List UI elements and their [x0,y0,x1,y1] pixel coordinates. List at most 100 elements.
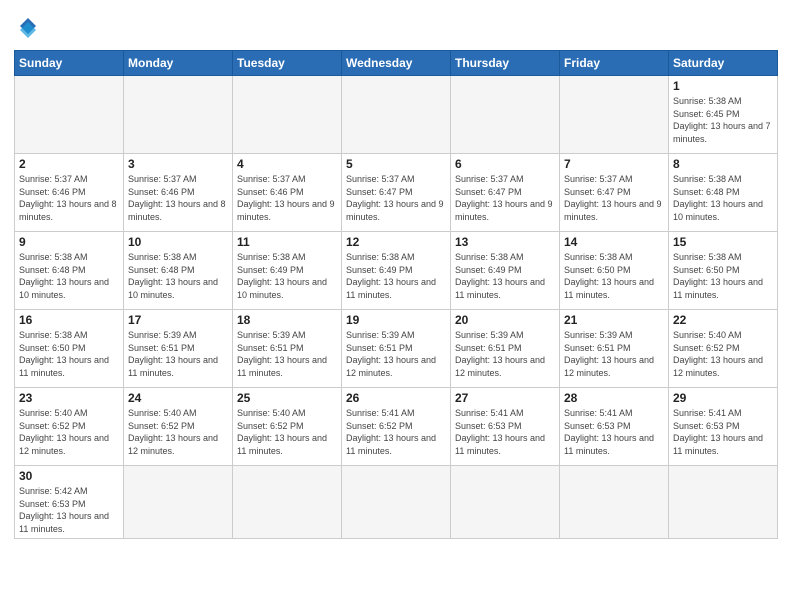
calendar-cell: 16 Sunrise: 5:38 AM Sunset: 6:50 PM Dayli… [15,310,124,388]
week-row-4: 16 Sunrise: 5:38 AM Sunset: 6:50 PM Dayli… [15,310,778,388]
calendar-cell: 6 Sunrise: 5:37 AM Sunset: 6:47 PM Daylig… [451,154,560,232]
day-number: 15 [673,235,773,249]
calendar-cell: 18Sunrise: 5:39 AM Sunset: 6:51 PM Dayli… [233,310,342,388]
calendar-cell: 15 Sunrise: 5:38 AM Sunset: 6:50 PM Dayli… [669,232,778,310]
day-number: 6 [455,157,555,171]
day-info: Sunrise: 5:39 AM Sunset: 6:51 PM Dayligh… [128,329,228,379]
day-info: Sunrise: 5:37 AM Sunset: 6:46 PM Dayligh… [19,173,119,223]
calendar-cell [560,466,669,539]
day-info: Sunrise: 5:39 AM Sunset: 6:51 PM Dayligh… [455,329,555,379]
day-number: 3 [128,157,228,171]
page: SundayMondayTuesdayWednesdayThursdayFrid… [0,0,792,553]
weekday-friday: Friday [560,51,669,76]
day-info: Sunrise: 5:37 AM Sunset: 6:47 PM Dayligh… [455,173,555,223]
calendar-cell: 21 Sunrise: 5:39 AM Sunset: 6:51 PM Dayli… [560,310,669,388]
calendar-cell: 13 Sunrise: 5:38 AM Sunset: 6:49 PM Dayli… [451,232,560,310]
calendar-cell: 22 Sunrise: 5:40 AM Sunset: 6:52 PM Dayli… [669,310,778,388]
calendar-cell: 9Sunrise: 5:38 AM Sunset: 6:48 PM Daylig… [15,232,124,310]
day-info: Sunrise: 5:38 AM Sunset: 6:45 PM Dayligh… [673,95,773,145]
day-info: Sunrise: 5:37 AM Sunset: 6:46 PM Dayligh… [128,173,228,223]
calendar-cell [342,76,451,154]
day-number: 10 [128,235,228,249]
day-info: Sunrise: 5:39 AM Sunset: 6:51 PM Dayligh… [564,329,664,379]
weekday-thursday: Thursday [451,51,560,76]
calendar-cell: 7 Sunrise: 5:37 AM Sunset: 6:47 PM Daylig… [560,154,669,232]
day-info: Sunrise: 5:37 AM Sunset: 6:46 PM Dayligh… [237,173,337,223]
day-info: Sunrise: 5:38 AM Sunset: 6:48 PM Dayligh… [673,173,773,223]
calendar-cell: 27 Sunrise: 5:41 AM Sunset: 6:53 PM Dayli… [451,388,560,466]
calendar-cell [124,466,233,539]
day-number: 14 [564,235,664,249]
calendar-cell: 11 Sunrise: 5:38 AM Sunset: 6:49 PM Dayli… [233,232,342,310]
day-number: 16 [19,313,119,327]
day-number: 2 [19,157,119,171]
day-number: 23 [19,391,119,405]
day-number: 26 [346,391,446,405]
calendar-cell: 25Sunrise: 5:40 AM Sunset: 6:52 PM Dayli… [233,388,342,466]
week-row-3: 9Sunrise: 5:38 AM Sunset: 6:48 PM Daylig… [15,232,778,310]
day-info: Sunrise: 5:40 AM Sunset: 6:52 PM Dayligh… [673,329,773,379]
calendar-cell: 29 Sunrise: 5:41 AM Sunset: 6:53 PM Dayli… [669,388,778,466]
week-row-2: 2 Sunrise: 5:37 AM Sunset: 6:46 PM Daylig… [15,154,778,232]
calendar-cell [342,466,451,539]
day-number: 8 [673,157,773,171]
day-info: Sunrise: 5:41 AM Sunset: 6:52 PM Dayligh… [346,407,446,457]
week-row-5: 23 Sunrise: 5:40 AM Sunset: 6:52 PM Dayli… [15,388,778,466]
day-number: 13 [455,235,555,249]
calendar-cell: 17 Sunrise: 5:39 AM Sunset: 6:51 PM Dayli… [124,310,233,388]
calendar-cell: 23 Sunrise: 5:40 AM Sunset: 6:52 PM Dayli… [15,388,124,466]
calendar-cell: 28 Sunrise: 5:41 AM Sunset: 6:53 PM Dayli… [560,388,669,466]
calendar-cell [124,76,233,154]
day-number: 27 [455,391,555,405]
header [14,10,778,44]
calendar-cell [15,76,124,154]
calendar-cell [560,76,669,154]
day-number: 19 [346,313,446,327]
calendar-cell: 19 Sunrise: 5:39 AM Sunset: 6:51 PM Dayli… [342,310,451,388]
day-number: 20 [455,313,555,327]
calendar-cell: 4Sunrise: 5:37 AM Sunset: 6:46 PM Daylig… [233,154,342,232]
logo [14,14,46,44]
day-info: Sunrise: 5:38 AM Sunset: 6:49 PM Dayligh… [455,251,555,301]
day-info: Sunrise: 5:41 AM Sunset: 6:53 PM Dayligh… [564,407,664,457]
day-number: 9 [19,235,119,249]
calendar-cell [451,76,560,154]
day-number: 11 [237,235,337,249]
weekday-sunday: Sunday [15,51,124,76]
day-info: Sunrise: 5:39 AM Sunset: 6:51 PM Dayligh… [237,329,337,379]
day-info: Sunrise: 5:37 AM Sunset: 6:47 PM Dayligh… [564,173,664,223]
calendar-cell: 24Sunrise: 5:40 AM Sunset: 6:52 PM Dayli… [124,388,233,466]
day-info: Sunrise: 5:38 AM Sunset: 6:50 PM Dayligh… [673,251,773,301]
weekday-monday: Monday [124,51,233,76]
day-info: Sunrise: 5:38 AM Sunset: 6:50 PM Dayligh… [19,329,119,379]
day-info: Sunrise: 5:39 AM Sunset: 6:51 PM Dayligh… [346,329,446,379]
day-info: Sunrise: 5:38 AM Sunset: 6:49 PM Dayligh… [237,251,337,301]
calendar-cell: 26 Sunrise: 5:41 AM Sunset: 6:52 PM Dayli… [342,388,451,466]
calendar-cell: 8 Sunrise: 5:38 AM Sunset: 6:48 PM Daylig… [669,154,778,232]
weekday-wednesday: Wednesday [342,51,451,76]
day-number: 29 [673,391,773,405]
logo-icon [14,16,42,44]
day-info: Sunrise: 5:40 AM Sunset: 6:52 PM Dayligh… [237,407,337,457]
day-info: Sunrise: 5:38 AM Sunset: 6:49 PM Dayligh… [346,251,446,301]
calendar-cell: 1Sunrise: 5:38 AM Sunset: 6:45 PM Daylig… [669,76,778,154]
weekday-saturday: Saturday [669,51,778,76]
day-number: 22 [673,313,773,327]
day-number: 17 [128,313,228,327]
week-row-6: 30Sunrise: 5:42 AM Sunset: 6:53 PM Dayli… [15,466,778,539]
calendar-table: SundayMondayTuesdayWednesdayThursdayFrid… [14,50,778,539]
day-number: 24 [128,391,228,405]
day-info: Sunrise: 5:41 AM Sunset: 6:53 PM Dayligh… [455,407,555,457]
calendar-cell: 12Sunrise: 5:38 AM Sunset: 6:49 PM Dayli… [342,232,451,310]
day-number: 21 [564,313,664,327]
day-info: Sunrise: 5:40 AM Sunset: 6:52 PM Dayligh… [19,407,119,457]
day-info: Sunrise: 5:42 AM Sunset: 6:53 PM Dayligh… [19,485,119,535]
day-number: 28 [564,391,664,405]
calendar-cell: 20 Sunrise: 5:39 AM Sunset: 6:51 PM Dayli… [451,310,560,388]
day-info: Sunrise: 5:38 AM Sunset: 6:50 PM Dayligh… [564,251,664,301]
calendar-cell: 10Sunrise: 5:38 AM Sunset: 6:48 PM Dayli… [124,232,233,310]
calendar-cell [451,466,560,539]
day-number: 7 [564,157,664,171]
day-info: Sunrise: 5:41 AM Sunset: 6:53 PM Dayligh… [673,407,773,457]
calendar-cell [233,76,342,154]
